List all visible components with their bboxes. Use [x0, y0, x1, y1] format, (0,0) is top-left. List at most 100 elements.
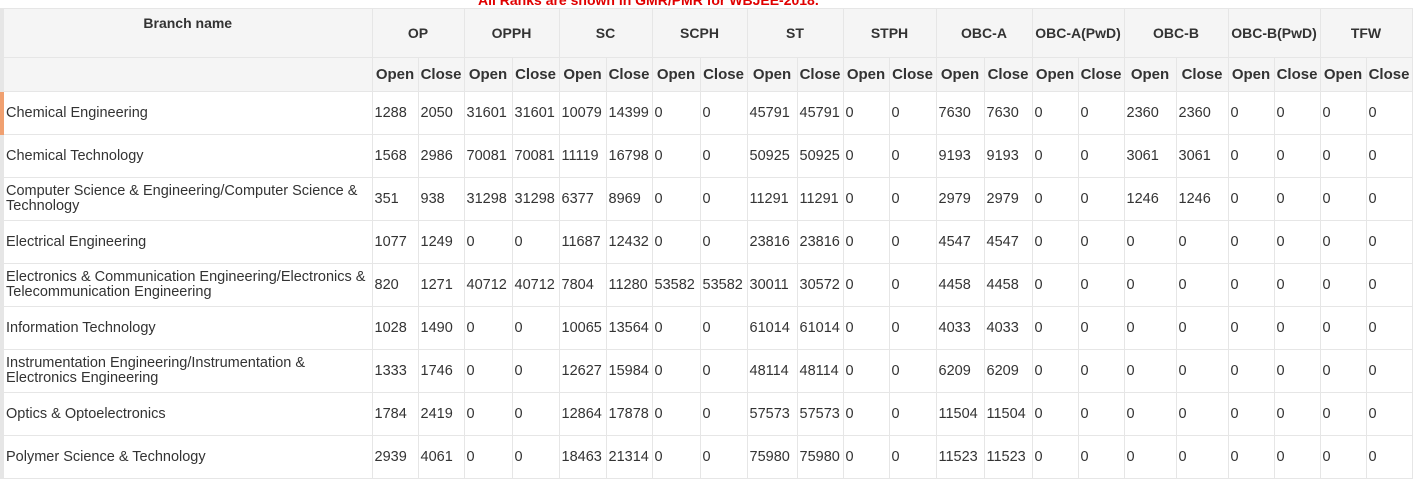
open-rank-cell: 31298 — [463, 177, 513, 221]
close-rank-cell: 0 — [1365, 392, 1413, 436]
branch-subheader — [0, 57, 373, 92]
category-header[interactable]: STPH — [842, 8, 937, 58]
category-header[interactable]: OBC-B(PwD) — [1227, 8, 1321, 58]
close-rank-cell: 0 — [1273, 177, 1321, 221]
close-rank-cell: 17878 — [605, 392, 653, 436]
category-header[interactable]: TFW — [1319, 8, 1413, 58]
close-rank-header[interactable]: Close — [511, 57, 560, 92]
close-rank-cell: 0 — [511, 392, 560, 436]
close-rank-cell: 50925 — [796, 134, 844, 178]
open-rank-cell: 53582 — [651, 263, 701, 307]
open-rank-cell: 1028 — [371, 306, 419, 350]
close-rank-header[interactable]: Close — [1077, 57, 1125, 92]
category-header[interactable]: ST — [746, 8, 844, 58]
close-rank-header[interactable]: Close — [1273, 57, 1321, 92]
open-rank-cell: 0 — [651, 435, 701, 479]
category-header[interactable]: SC — [558, 8, 653, 58]
close-rank-cell: 0 — [888, 306, 937, 350]
open-rank-cell: 11119 — [558, 134, 607, 178]
close-rank-header[interactable]: Close — [1175, 57, 1229, 92]
open-rank-header[interactable]: Open — [1031, 57, 1079, 92]
close-rank-cell: 0 — [1077, 263, 1125, 307]
open-rank-cell: 0 — [1123, 435, 1177, 479]
close-rank-cell: 0 — [1077, 435, 1125, 479]
open-rank-header[interactable]: Open — [842, 57, 890, 92]
close-rank-cell: 0 — [1175, 220, 1229, 264]
open-rank-cell: 0 — [651, 306, 701, 350]
close-rank-cell: 1246 — [1175, 177, 1229, 221]
open-rank-cell: 57573 — [746, 392, 798, 436]
open-rank-header[interactable]: Open — [1227, 57, 1275, 92]
open-rank-cell: 70081 — [463, 134, 513, 178]
table-row: Electrical Engineering 1077 1249 0 0 11687 124… — [0, 220, 1413, 264]
close-rank-cell: 0 — [1365, 435, 1413, 479]
category-header[interactable]: SCPH — [651, 8, 748, 58]
open-rank-header[interactable]: Open — [935, 57, 985, 92]
table-row: Chemical Engineering 1288 2050 31601 31601 10… — [0, 91, 1413, 135]
open-rank-cell: 0 — [1319, 392, 1367, 436]
open-rank-cell: 0 — [1031, 134, 1079, 178]
close-rank-header[interactable]: Close — [983, 57, 1033, 92]
open-rank-cell: 0 — [463, 392, 513, 436]
open-rank-cell: 0 — [463, 349, 513, 393]
close-rank-cell: 2360 — [1175, 91, 1229, 135]
open-rank-cell: 0 — [1031, 220, 1079, 264]
close-rank-cell: 15984 — [605, 349, 653, 393]
branch-name-cell: Chemical Technology — [0, 134, 373, 178]
close-rank-cell: 75980 — [796, 435, 844, 479]
open-rank-header[interactable]: Open — [746, 57, 798, 92]
branch-name-header[interactable]: Branch name — [0, 8, 373, 58]
close-rank-cell: 0 — [1273, 435, 1321, 479]
close-rank-cell: 0 — [1273, 349, 1321, 393]
open-rank-cell: 2979 — [935, 177, 985, 221]
close-rank-header[interactable]: Close — [699, 57, 748, 92]
open-rank-header[interactable]: Open — [463, 57, 513, 92]
close-rank-header[interactable]: Close — [1365, 57, 1413, 92]
open-rank-cell: 0 — [463, 220, 513, 264]
close-rank-cell: 9193 — [983, 134, 1033, 178]
open-rank-cell: 0 — [1227, 392, 1275, 436]
category-header[interactable]: OPPH — [463, 8, 560, 58]
close-rank-cell: 53582 — [699, 263, 748, 307]
close-rank-cell: 70081 — [511, 134, 560, 178]
close-rank-cell: 11523 — [983, 435, 1033, 479]
open-rank-cell: 9193 — [935, 134, 985, 178]
open-rank-cell: 4033 — [935, 306, 985, 350]
open-rank-cell: 0 — [1227, 306, 1275, 350]
open-rank-cell: 0 — [1123, 306, 1177, 350]
close-rank-header[interactable]: Close — [417, 57, 465, 92]
open-rank-header[interactable]: Open — [651, 57, 701, 92]
close-rank-cell: 0 — [511, 349, 560, 393]
category-header[interactable]: OBC-B — [1123, 8, 1229, 58]
close-rank-header[interactable]: Close — [605, 57, 653, 92]
open-rank-cell: 820 — [371, 263, 419, 307]
open-rank-header[interactable]: Open — [1319, 57, 1367, 92]
category-header[interactable]: OBC-A — [935, 8, 1033, 58]
table-row: Computer Science & Engineering/Computer … — [0, 177, 1413, 221]
close-rank-header[interactable]: Close — [796, 57, 844, 92]
category-header[interactable]: OBC-A(PwD) — [1031, 8, 1125, 58]
close-rank-cell: 0 — [1273, 91, 1321, 135]
close-rank-cell: 4547 — [983, 220, 1033, 264]
category-header[interactable]: OP — [371, 8, 465, 58]
close-rank-cell: 11280 — [605, 263, 653, 307]
close-rank-header[interactable]: Close — [888, 57, 937, 92]
open-rank-cell: 30011 — [746, 263, 798, 307]
close-rank-cell: 0 — [699, 177, 748, 221]
close-rank-cell: 4061 — [417, 435, 465, 479]
open-rank-header[interactable]: Open — [558, 57, 607, 92]
close-rank-cell: 0 — [1365, 177, 1413, 221]
open-rank-cell: 75980 — [746, 435, 798, 479]
table-row: Chemical Technology 1568 2986 70081 70081 111… — [0, 134, 1413, 178]
open-rank-cell: 0 — [1227, 91, 1275, 135]
close-rank-cell: 0 — [699, 435, 748, 479]
open-rank-cell: 0 — [1123, 392, 1177, 436]
open-rank-cell: 0 — [1319, 435, 1367, 479]
open-rank-cell: 0 — [1319, 306, 1367, 350]
close-rank-cell: 13564 — [605, 306, 653, 350]
close-rank-cell: 0 — [1273, 220, 1321, 264]
close-rank-cell: 0 — [699, 134, 748, 178]
open-rank-header[interactable]: Open — [371, 57, 419, 92]
open-rank-header[interactable]: Open — [1123, 57, 1177, 92]
close-rank-cell: 0 — [699, 392, 748, 436]
